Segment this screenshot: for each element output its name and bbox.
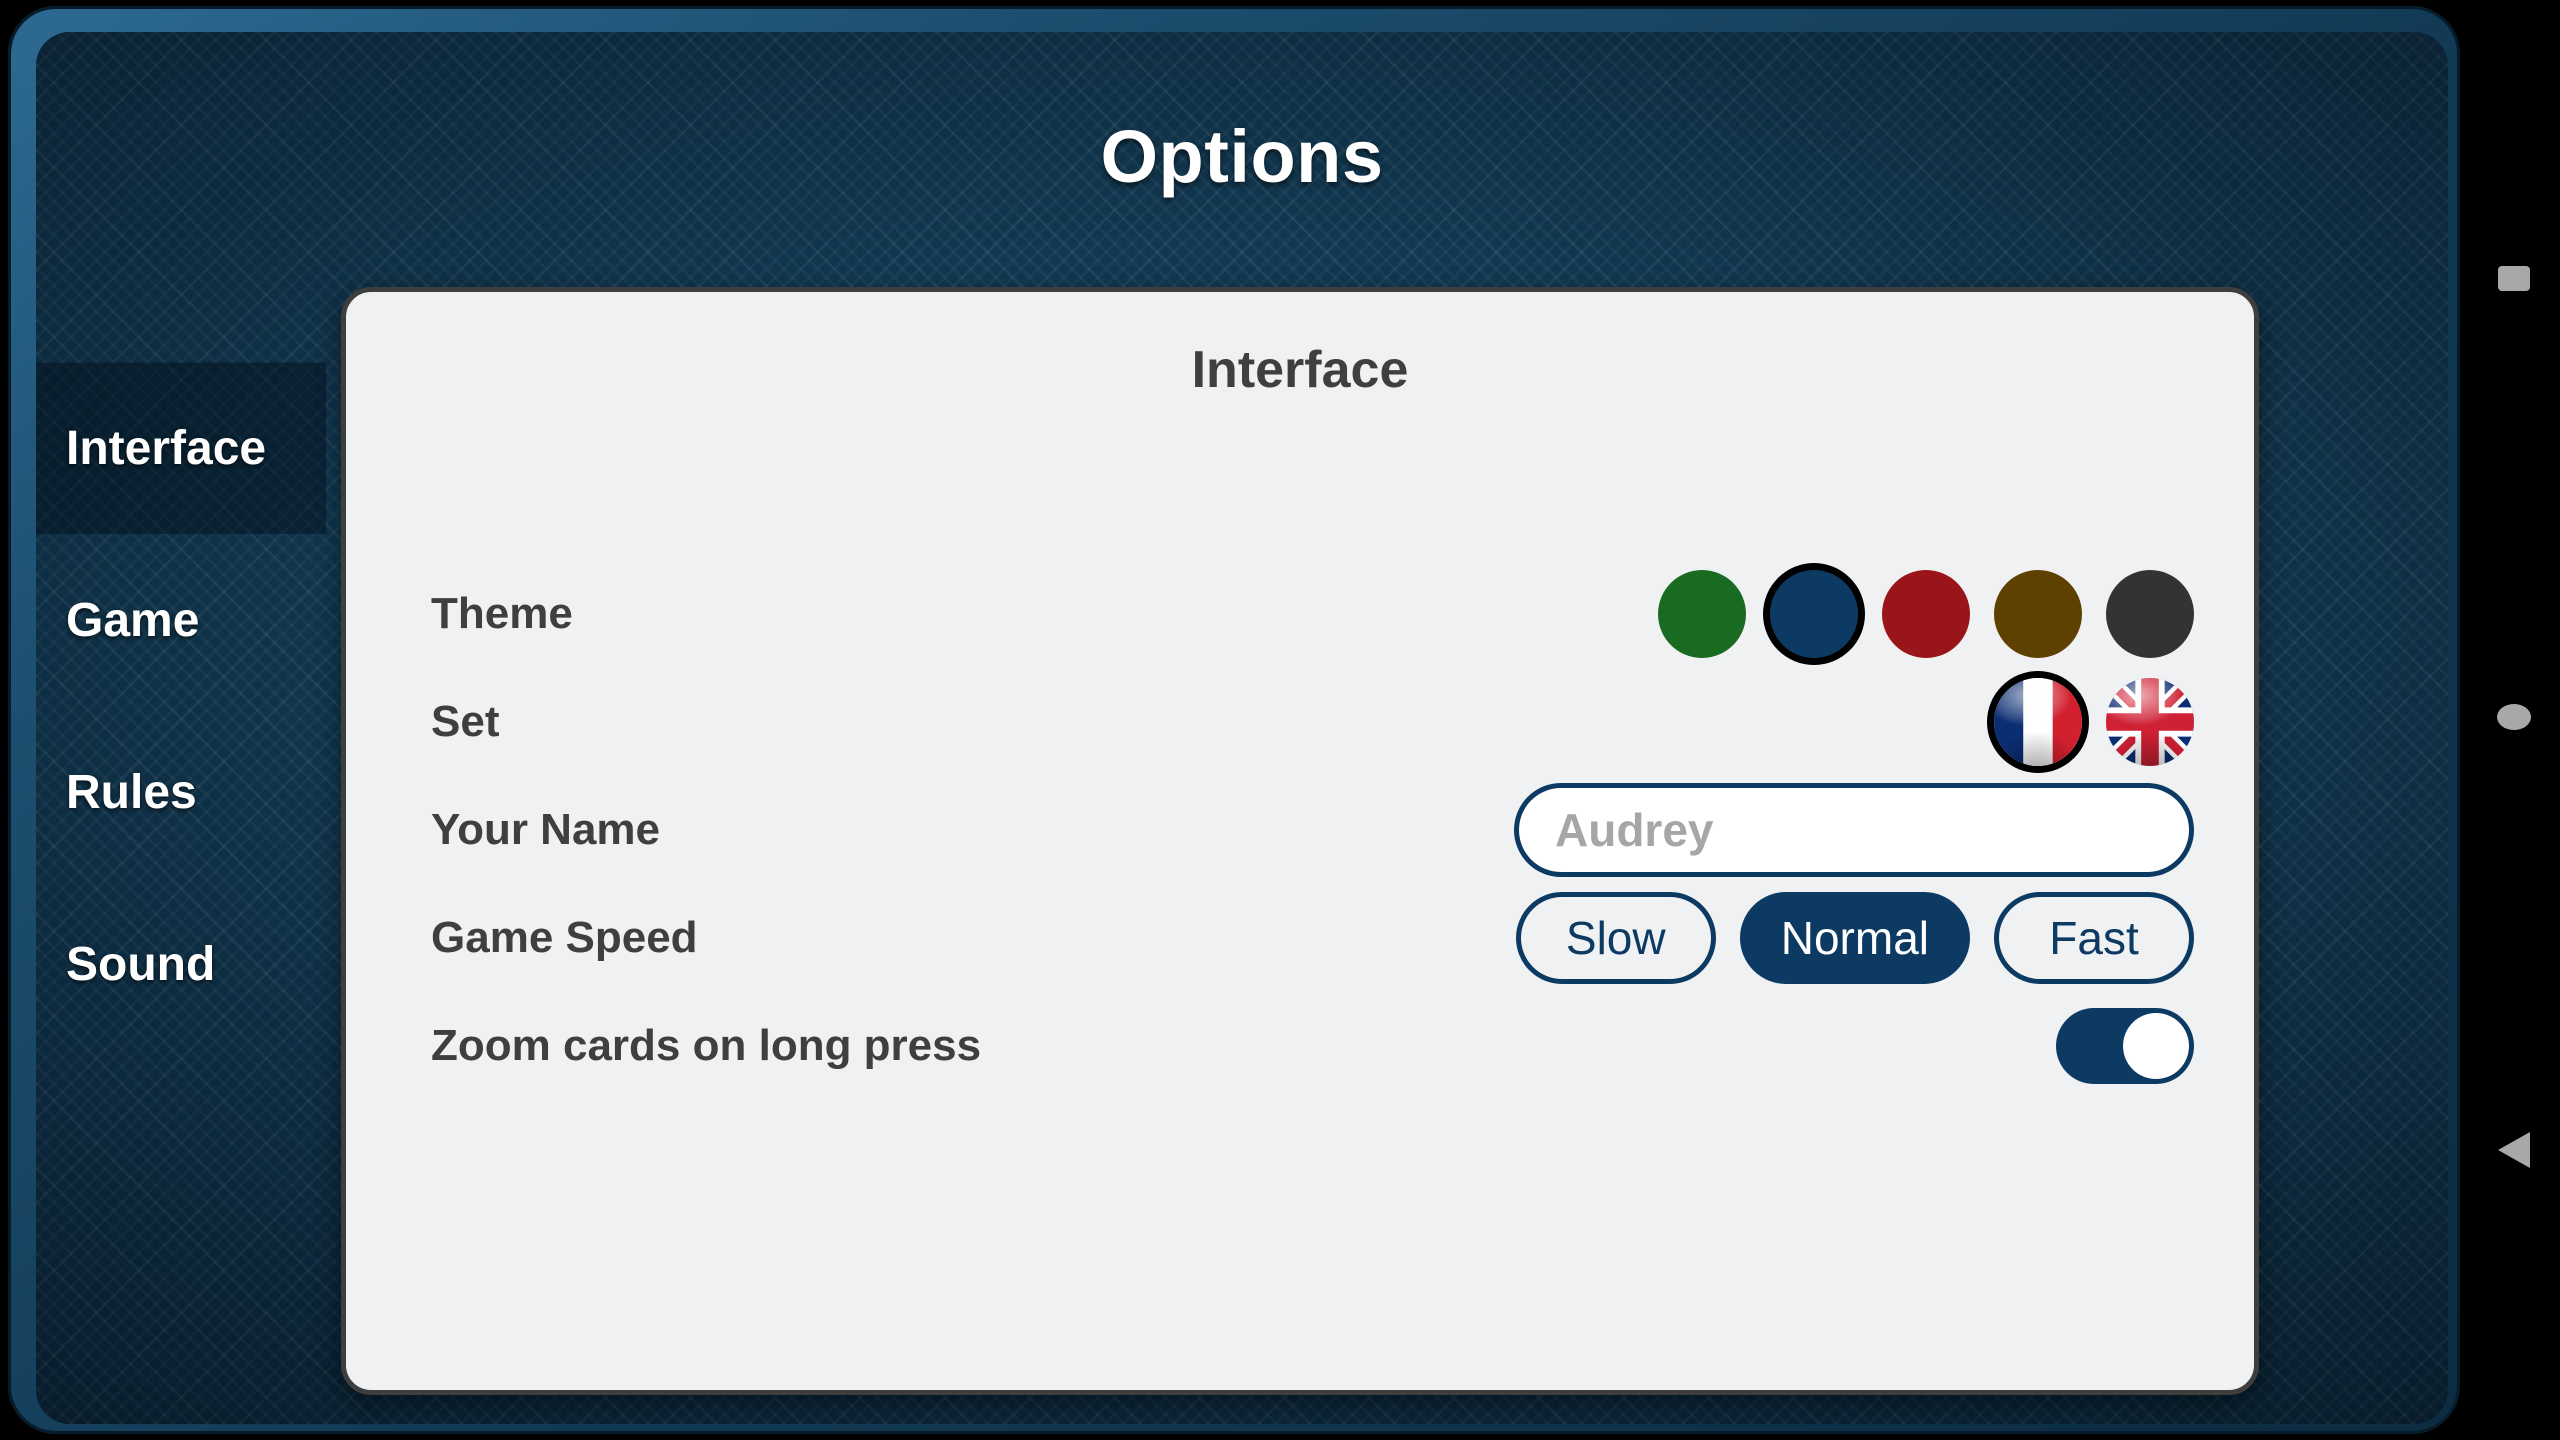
set-label: Set xyxy=(431,697,500,746)
panel-heading: Interface xyxy=(1191,341,1409,399)
nav-back-button[interactable] xyxy=(2496,1130,2532,1175)
sidebar-item-label: Interface xyxy=(66,421,267,475)
sidebar-item-label: Sound xyxy=(66,937,216,991)
nav-recents-button[interactable] xyxy=(2497,262,2531,301)
page-title: Options xyxy=(1100,115,1384,198)
theme-swatch-green[interactable] xyxy=(1658,570,1746,658)
sidebar-item-label: Rules xyxy=(66,765,197,819)
theme-swatch-red[interactable] xyxy=(1882,570,1970,658)
sidebar-item-label: Game xyxy=(66,593,200,647)
speed-option-normal[interactable]: Normal xyxy=(1739,892,1970,984)
your-name-label: Your Name xyxy=(431,805,661,854)
sidebar-item-game[interactable]: Game xyxy=(36,534,326,706)
options-panel: Interface Theme Set Your Name Audrey Gam… xyxy=(341,287,2259,1395)
device-screen: Options Interface Game Rules Sound Inter… xyxy=(0,0,2560,1440)
android-navigation-bar xyxy=(2468,0,2560,1440)
game-speed-label: Game Speed xyxy=(431,913,698,962)
frame-bevel: Options Interface Game Rules Sound Inter… xyxy=(8,6,2460,1434)
theme-options xyxy=(1658,570,2194,658)
theme-label: Theme xyxy=(431,589,573,638)
your-name-control xyxy=(1514,783,2194,877)
theme-swatch-brown[interactable] xyxy=(1994,570,2082,658)
speed-option-slow[interactable]: Slow xyxy=(1515,892,1716,984)
toggle-knob xyxy=(2123,1013,2189,1079)
sidebar-item-rules[interactable]: Rules xyxy=(36,706,326,878)
sidebar-item-sound[interactable]: Sound xyxy=(36,878,326,1050)
theme-swatch-blue[interactable] xyxy=(1770,570,1858,658)
zoom-cards-control xyxy=(2056,1008,2194,1084)
zoom-cards-label: Zoom cards on long press xyxy=(431,1021,982,1070)
flag-united-kingdom-icon[interactable] xyxy=(2106,678,2194,766)
speed-option-fast[interactable]: Fast xyxy=(1994,892,2194,984)
game-speed-options: Slow Normal Fast xyxy=(1515,892,2194,984)
sidebar: Interface Game Rules Sound xyxy=(36,362,326,1050)
theme-swatch-dark[interactable] xyxy=(2106,570,2194,658)
set-options xyxy=(1994,678,2194,766)
game-frame: Options Interface Game Rules Sound Inter… xyxy=(0,0,2468,1440)
frame-surface: Options Interface Game Rules Sound Inter… xyxy=(36,32,2448,1424)
zoom-cards-toggle[interactable] xyxy=(2056,1008,2194,1084)
your-name-input[interactable] xyxy=(1514,783,2194,877)
nav-home-button[interactable] xyxy=(2497,700,2531,739)
sidebar-item-interface[interactable]: Interface xyxy=(36,362,326,534)
flag-france-icon[interactable] xyxy=(1994,678,2082,766)
